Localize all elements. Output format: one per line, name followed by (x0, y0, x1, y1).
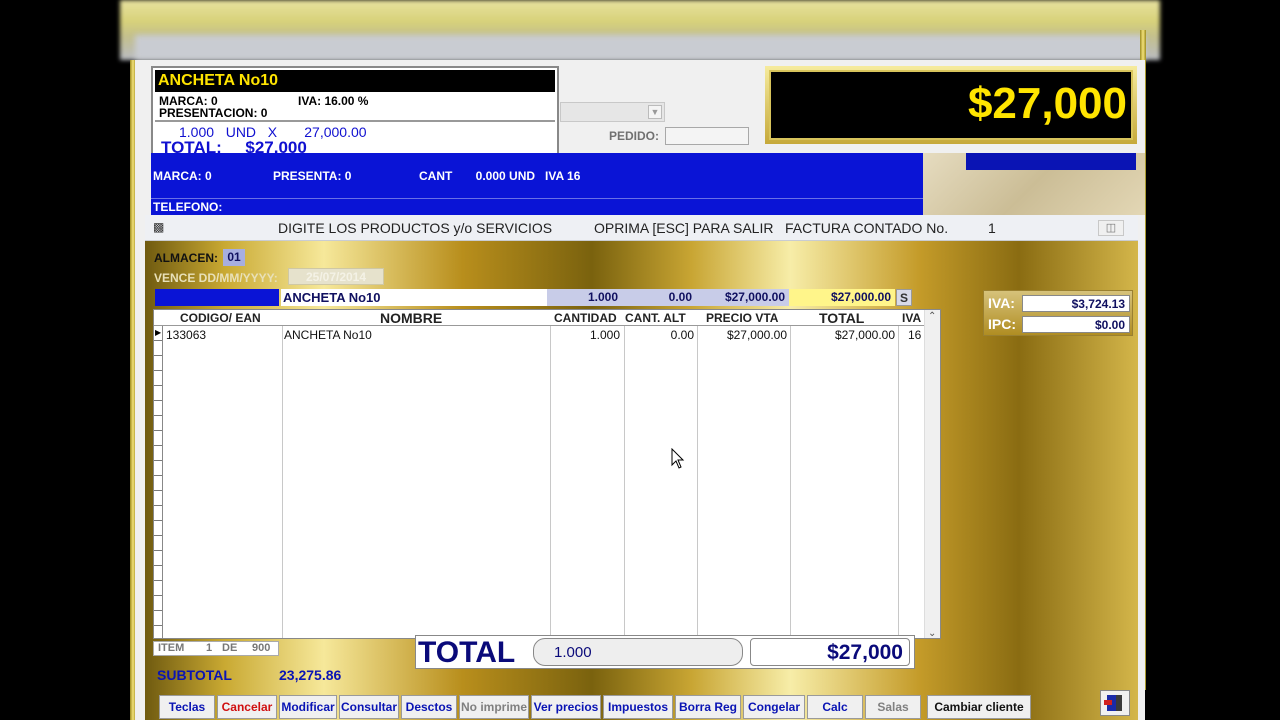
cancelar-button[interactable]: Cancelar (217, 695, 277, 719)
popup-iva: IVA: 16.00 % (298, 94, 369, 108)
dialog-prompt: DIGITE LOS PRODUCTOS y/o SERVICIOS (278, 220, 553, 236)
pedido-label: PEDIDO: (609, 129, 660, 143)
col-iva[interactable]: IVA (902, 311, 921, 325)
info-divider (151, 198, 923, 199)
big-total-display: $27,000 (769, 70, 1133, 140)
info-telefono: TELEFONO: (153, 200, 223, 214)
col-codigo[interactable]: CODIGO/ EAN (180, 311, 261, 325)
dialog-factura-label: FACTURA CONTADO No. (785, 220, 949, 236)
subtotal-value: 23,275.86 (279, 667, 342, 683)
door-exit-icon (1104, 695, 1122, 711)
blue-status-strip (966, 153, 1136, 170)
product-info-bar: MARCA: 0 PRESENTA: 0 CANT 0.000 UND IVA … (151, 153, 923, 215)
ipc-label: IPC: (988, 316, 1016, 332)
col-cant-alt[interactable]: CANT. ALT (625, 311, 686, 325)
exit-door-button[interactable] (1100, 690, 1130, 716)
entry-price-field[interactable]: $27,000.00 (696, 289, 789, 306)
row-price: $27,000.00 (726, 328, 787, 342)
popup-divider (155, 120, 555, 122)
item-total-count: 900 (252, 642, 271, 654)
item-de: DE (222, 642, 238, 654)
subtotal-label: SUBTOTAL (157, 667, 232, 683)
chevron-up-icon[interactable]: ⌃ (928, 311, 936, 322)
items-grid[interactable]: CODIGO/ EAN NOMBRE CANTIDAD CANT. ALT PR… (153, 309, 941, 639)
tax-panel: IVA: $3,724.13 IPC: $0.00 (983, 290, 1133, 336)
entry-code-field[interactable] (155, 289, 279, 306)
entry-alt-field[interactable]: 0.00 (622, 289, 696, 306)
mouse-pointer-icon (671, 448, 685, 469)
background-toolbar-blur (135, 35, 1145, 60)
item-counter: ITEM 1 DE 900 (153, 641, 279, 656)
grid-col-divider (550, 310, 551, 638)
row-total: $27,000.00 (834, 328, 895, 342)
impuestos-button[interactable]: Impuestos (603, 695, 673, 719)
iva-label: IVA: (988, 295, 1015, 311)
entry-s-button[interactable]: S (896, 289, 912, 306)
info-cant: CANT 0.000 UND IVA 16 (419, 169, 581, 183)
iva-value: $3,724.13 (1022, 295, 1130, 312)
row-alt: 0.00 (670, 328, 694, 342)
grid-col-divider (898, 310, 899, 638)
congelar-button[interactable]: Congelar (743, 695, 805, 719)
grid-col-divider (624, 310, 625, 638)
entry-total-field: $27,000.00 (789, 289, 895, 306)
info-marca: MARCA: 0 (153, 169, 212, 183)
item-position: 1 (206, 642, 213, 654)
dialog-titlebar: ▩ DIGITE LOS PRODUCTOS y/o SERVICIOS OPR… (145, 215, 1138, 241)
big-total-panel: $27,000 (765, 66, 1137, 144)
row-selector-column[interactable]: ▶ (154, 326, 163, 638)
no-imprime-button[interactable]: No imprime (459, 695, 529, 719)
col-precio[interactable]: PRECIO VTA (706, 311, 778, 325)
total-amount: $27,000 (750, 638, 910, 666)
grid-col-divider (697, 310, 698, 638)
row-name: ANCHETA No10 (284, 328, 372, 342)
col-nombre[interactable]: NOMBRE (380, 310, 442, 326)
cambiar-cliente-button[interactable]: Cambiar cliente (927, 695, 1031, 719)
entry-qty-field[interactable]: 1.000 (547, 289, 622, 306)
client-combo[interactable]: ▼ (560, 102, 665, 122)
borra-reg-button[interactable]: Borra Reg (675, 695, 741, 719)
teclas-button[interactable]: Teclas (159, 695, 215, 719)
ipc-value: $0.00 (1022, 316, 1130, 333)
consultar-button[interactable]: Consultar (339, 695, 399, 719)
total-label: TOTAL (418, 636, 516, 669)
popup-presentacion: PRESENTACION: 0 (159, 106, 268, 120)
ver-precios-button[interactable]: Ver precios (531, 695, 601, 719)
info-presenta: PRESENTA: 0 (273, 169, 352, 183)
vence-field[interactable]: 25/07/2014 (288, 268, 384, 285)
grid-col-divider (282, 310, 283, 638)
popup-product-title: ANCHETA No10 (155, 70, 555, 92)
desctos-button[interactable]: Desctos (401, 695, 457, 719)
calc-button[interactable]: Calc (807, 695, 863, 719)
almacen-field[interactable]: 01 (223, 249, 245, 266)
entry-name-field[interactable]: ANCHETA No10 (281, 289, 547, 306)
chevron-down-icon[interactable]: ▼ (648, 105, 662, 119)
pos-window: ANCHETA No10 MARCA: 0 IVA: 16.00 % PRESE… (135, 60, 1145, 720)
row-iva: 16 (908, 328, 922, 342)
row-code: 133063 (166, 328, 207, 342)
total-qty: 1.000 (554, 644, 592, 661)
dialog-esc-hint: OPRIMA [ESC] PARA SALIR (594, 220, 774, 236)
grid-scrollbar[interactable]: ⌃ ⌄ (924, 310, 940, 638)
grid-header: CODIGO/ EAN NOMBRE CANTIDAD CANT. ALT PR… (154, 310, 926, 326)
item-label: ITEM (158, 642, 185, 654)
product-popup: ANCHETA No10 MARCA: 0 IVA: 16.00 % PRESE… (151, 66, 559, 161)
vence-label: VENCE DD/MM/YYYY: (154, 271, 278, 285)
dialog-factura-number: 1 (988, 220, 996, 236)
col-cantidad[interactable]: CANTIDAD (554, 311, 617, 325)
total-bar: TOTAL 1.000 $27,000 (415, 635, 915, 669)
table-row[interactable]: 133063 ANCHETA No10 1.000 0.00 $27,000.0… (154, 327, 926, 342)
grid-col-divider (790, 310, 791, 638)
pedido-input[interactable] (665, 127, 749, 145)
col-total[interactable]: TOTAL (819, 310, 864, 326)
chevron-down-icon[interactable]: ⌄ (928, 628, 936, 638)
modificar-button[interactable]: Modificar (279, 695, 337, 719)
close-icon[interactable]: ◫ (1098, 220, 1124, 236)
almacen-label: ALMACEN: (154, 251, 218, 265)
app-icon: ▩ (153, 220, 165, 234)
salas-button[interactable]: Salas (865, 695, 921, 719)
row-qty: 1.000 (589, 328, 620, 342)
product-entry-dialog: ▩ DIGITE LOS PRODUCTOS y/o SERVICIOS OPR… (145, 215, 1138, 720)
